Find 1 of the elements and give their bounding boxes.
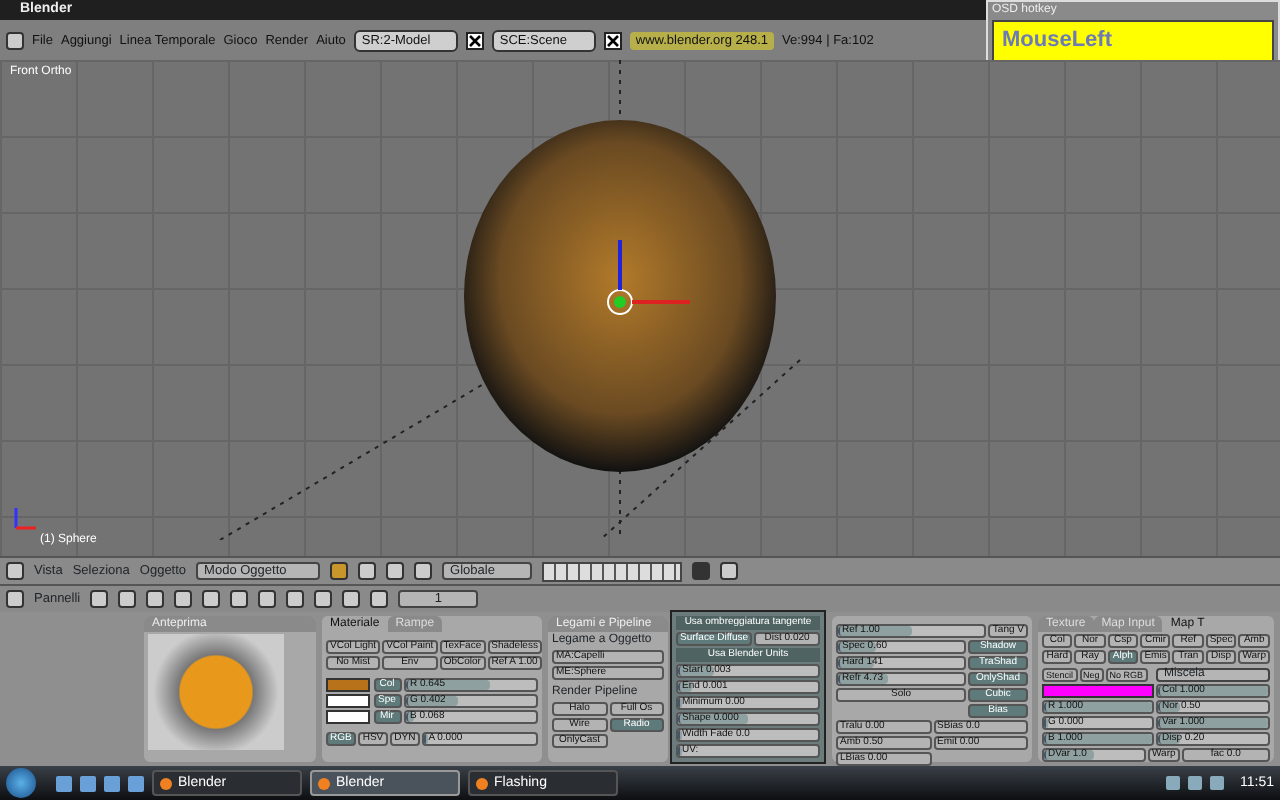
osd-hotkey-text: MouseLeft <box>992 20 1274 64</box>
